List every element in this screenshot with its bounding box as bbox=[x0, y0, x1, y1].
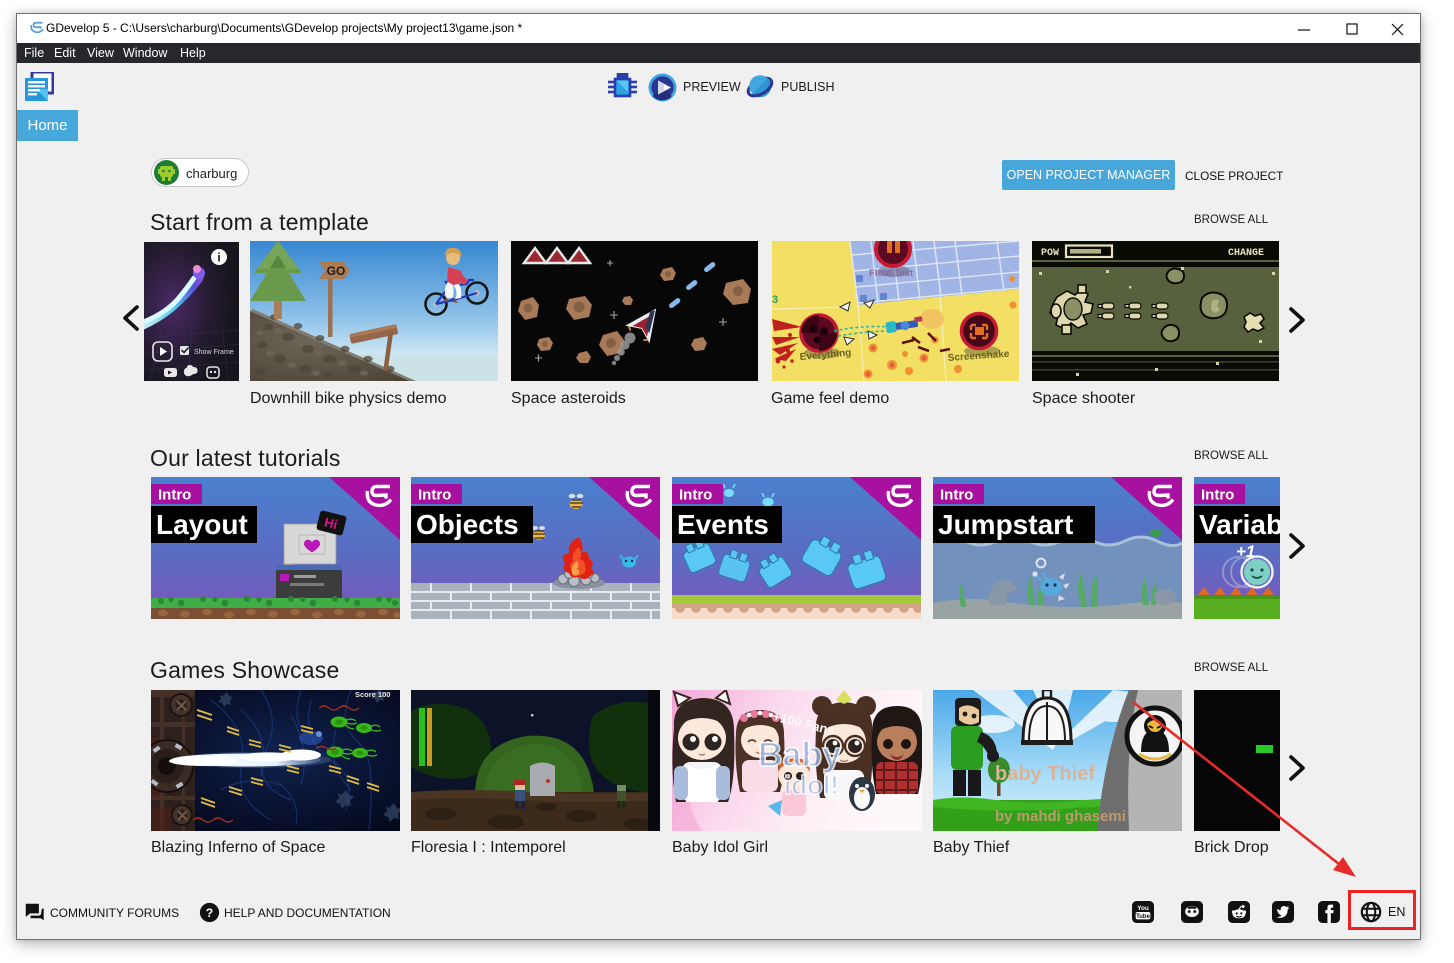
svg-text:Show Frame: Show Frame bbox=[194, 349, 234, 356]
svg-text:Layout: Layout bbox=[156, 509, 248, 540]
svg-text:Events: Events bbox=[677, 509, 769, 540]
svg-text:GO: GO bbox=[327, 264, 346, 278]
svg-text:+1: +1 bbox=[1236, 542, 1255, 561]
svg-text:Score 100: Score 100 bbox=[355, 690, 390, 699]
svg-text:idol!: idol! bbox=[784, 770, 839, 800]
svg-text:?: ? bbox=[206, 906, 213, 920]
svg-text:Float Text: Float Text bbox=[869, 268, 914, 279]
svg-text:You: You bbox=[1137, 905, 1149, 912]
svg-text:Intro: Intro bbox=[1201, 487, 1234, 504]
svg-text:POW: POW bbox=[1041, 248, 1059, 259]
svg-text:i: i bbox=[217, 251, 220, 265]
svg-text:3: 3 bbox=[772, 294, 778, 306]
svg-text:Jumpstart: Jumpstart bbox=[938, 509, 1073, 540]
svg-text:Variab: Variab bbox=[1199, 509, 1280, 540]
svg-text:Intro: Intro bbox=[679, 487, 712, 504]
svg-text:Objects: Objects bbox=[416, 509, 519, 540]
svg-text:Baby: Baby bbox=[758, 736, 841, 774]
svg-text:Intro: Intro bbox=[158, 487, 191, 504]
svg-text:Intro: Intro bbox=[940, 487, 973, 504]
svg-text:Intro: Intro bbox=[418, 487, 451, 504]
svg-text:Tube: Tube bbox=[1136, 914, 1150, 920]
svg-text:baby Thief: baby Thief bbox=[995, 763, 1095, 785]
svg-text:CHANGE: CHANGE bbox=[1228, 248, 1264, 259]
